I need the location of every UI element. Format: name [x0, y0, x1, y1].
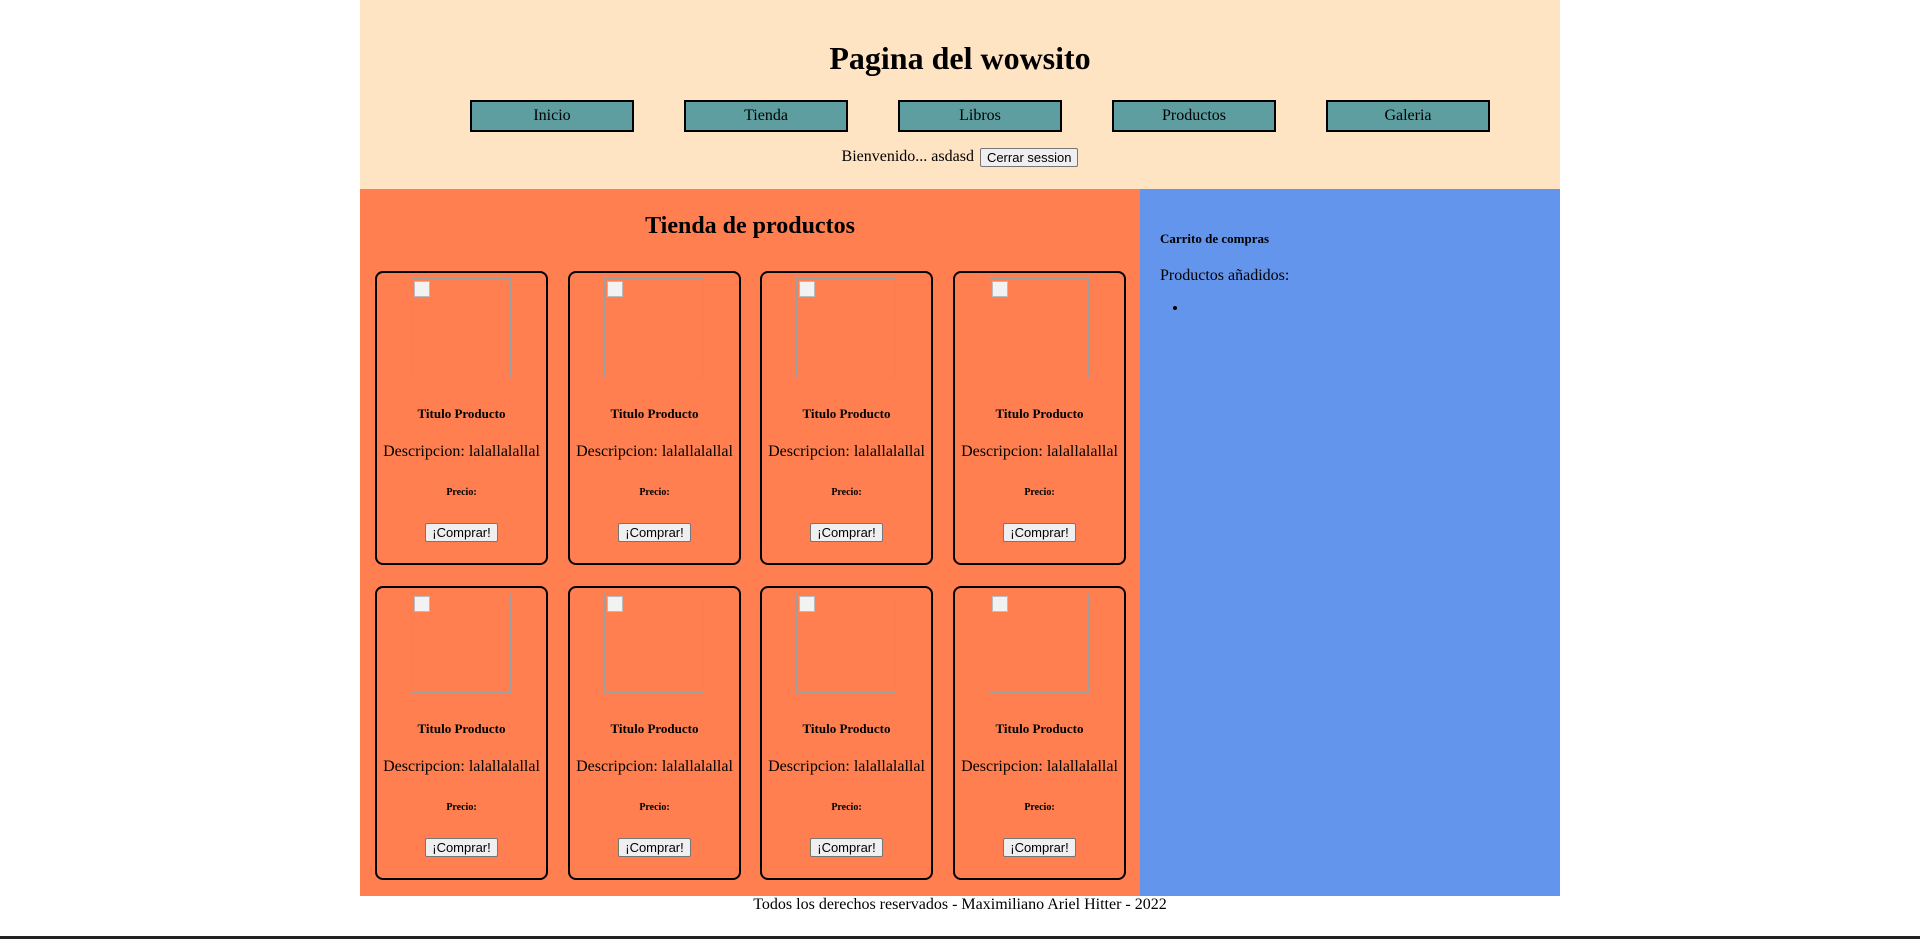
- product-image: [411, 593, 511, 693]
- product-description: Descripcion: lalallalallal: [768, 443, 925, 460]
- buy-button[interactable]: ¡Comprar!: [1003, 838, 1076, 857]
- buy-button[interactable]: ¡Comprar!: [618, 523, 691, 542]
- product-image: [989, 278, 1089, 378]
- product-card: Titulo Producto Descripcion: lalallalall…: [953, 586, 1126, 880]
- product-image: [796, 593, 896, 693]
- cart-items-list: [1160, 299, 1188, 317]
- nav-item-inicio[interactable]: Inicio: [470, 100, 634, 132]
- main-content: Tienda de productos Titulo Producto Desc…: [360, 189, 1560, 896]
- nav-item-tienda[interactable]: Tienda: [684, 100, 848, 132]
- site-footer: Todos los derechos reservados - Maximili…: [753, 896, 1167, 913]
- product-description: Descripcion: lalallalallal: [576, 443, 733, 460]
- page: Pagina del wowsito Inicio Tienda Libros …: [360, 0, 1560, 913]
- product-title: Titulo Producto: [417, 721, 506, 736]
- product-title: Titulo Producto: [610, 721, 699, 736]
- product-price: Precio:: [1024, 487, 1055, 498]
- product-price: Precio:: [639, 802, 670, 813]
- product-image: [604, 278, 704, 378]
- product-description: Descripcion: lalallalallal: [383, 758, 540, 775]
- product-card: Titulo Producto Descripcion: lalallalall…: [760, 586, 933, 880]
- product-title: Titulo Producto: [995, 406, 1084, 421]
- cart-heading: Carrito de compras: [1160, 231, 1270, 246]
- product-price: Precio:: [831, 802, 862, 813]
- product-image: [796, 278, 896, 378]
- nav-item-galeria[interactable]: Galeria: [1326, 100, 1490, 132]
- buy-button[interactable]: ¡Comprar!: [810, 523, 883, 542]
- welcome-text: Bienvenido... asdasd: [841, 148, 974, 166]
- product-card: Titulo Producto Descripcion: lalallalall…: [760, 271, 933, 565]
- buy-button[interactable]: ¡Comprar!: [425, 523, 498, 542]
- product-card: Titulo Producto Descripcion: lalallalall…: [568, 271, 741, 565]
- buy-button[interactable]: ¡Comprar!: [810, 838, 883, 857]
- welcome-bar: Bienvenido... asdasd Cerrar session: [360, 148, 1560, 167]
- product-card: Titulo Producto Descripcion: lalallalall…: [375, 586, 548, 880]
- product-title: Titulo Producto: [417, 406, 506, 421]
- product-card: Titulo Producto Descripcion: lalallalall…: [953, 271, 1126, 565]
- nav-item-productos[interactable]: Productos: [1112, 100, 1276, 132]
- product-price: Precio:: [1024, 802, 1055, 813]
- product-description: Descripcion: lalallalallal: [576, 758, 733, 775]
- product-card: Titulo Producto Descripcion: lalallalall…: [375, 271, 548, 565]
- store-section: Tienda de productos Titulo Producto Desc…: [360, 189, 1140, 896]
- page-title: Pagina del wowsito: [829, 40, 1091, 76]
- product-image: [604, 593, 704, 693]
- product-title: Titulo Producto: [995, 721, 1084, 736]
- product-card: Titulo Producto Descripcion: lalallalall…: [568, 586, 741, 880]
- product-title: Titulo Producto: [802, 721, 891, 736]
- product-image: [411, 278, 511, 378]
- cart-sidebar: Carrito de compras Productos añadidos:: [1140, 189, 1560, 896]
- nav-item-libros[interactable]: Libros: [898, 100, 1062, 132]
- product-price: Precio:: [639, 487, 670, 498]
- buy-button[interactable]: ¡Comprar!: [618, 838, 691, 857]
- product-price: Precio:: [446, 487, 477, 498]
- product-description: Descripcion: lalallalallal: [961, 443, 1118, 460]
- logout-button[interactable]: Cerrar session: [979, 148, 1079, 167]
- cart-added-label: Productos añadidos:: [1160, 267, 1290, 284]
- product-title: Titulo Producto: [610, 406, 699, 421]
- main-nav: Inicio Tienda Libros Productos Galeria: [470, 100, 1490, 132]
- product-description: Descripcion: lalallalallal: [961, 758, 1118, 775]
- product-image: [989, 593, 1089, 693]
- product-description: Descripcion: lalallalallal: [768, 758, 925, 775]
- product-price: Precio:: [446, 802, 477, 813]
- product-description: Descripcion: lalallalallal: [383, 443, 540, 460]
- store-heading: Tienda de productos: [645, 213, 855, 239]
- buy-button[interactable]: ¡Comprar!: [1003, 523, 1076, 542]
- product-price: Precio:: [831, 487, 862, 498]
- buy-button[interactable]: ¡Comprar!: [425, 838, 498, 857]
- product-title: Titulo Producto: [802, 406, 891, 421]
- site-header: Pagina del wowsito Inicio Tienda Libros …: [360, 0, 1560, 189]
